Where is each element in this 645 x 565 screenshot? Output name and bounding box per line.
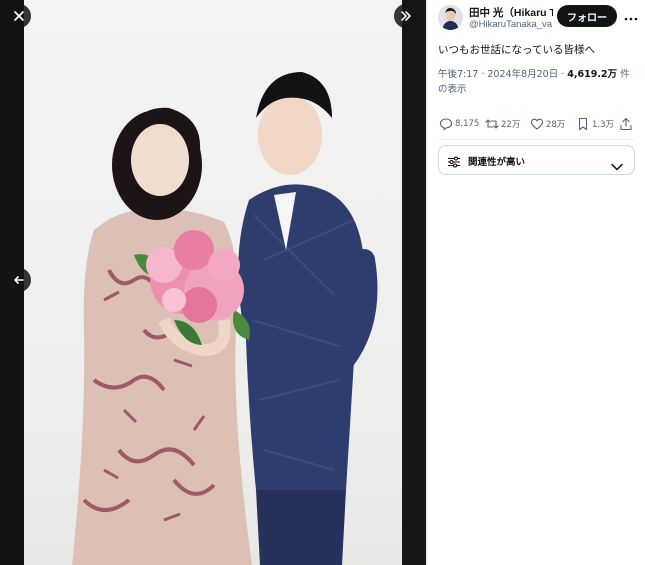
chevrons-right-icon (400, 10, 412, 22)
view-count: 4,619.2万 (567, 69, 618, 80)
like-count: 28万 (546, 120, 566, 130)
viewer-right-edge (402, 0, 426, 565)
share-button[interactable] (619, 116, 633, 132)
follow-button[interactable]: フォロー (557, 5, 617, 27)
tweet-sidebar: 田中 光（Hikaru Ta @HikaruTanaka_va フォロー いつも… (426, 0, 645, 565)
close-button[interactable] (7, 4, 31, 28)
media-viewer (0, 0, 426, 565)
bookmark-icon (576, 117, 590, 131)
repost-icon (485, 117, 499, 131)
divider (438, 139, 636, 140)
more-horizontal-icon (624, 6, 638, 25)
reply-sort-dropdown[interactable]: 関連性が高い (438, 145, 635, 175)
avatar[interactable] (438, 5, 463, 30)
repost-button[interactable]: 22万 (485, 116, 520, 132)
reply-count: 8,175 (455, 119, 480, 129)
reply-icon (439, 117, 453, 131)
bookmark-count: 1.3万 (592, 120, 615, 130)
like-button[interactable]: 28万 (530, 116, 565, 132)
tweet-actions: 8,175 22万 28万 1.3万 (439, 116, 639, 132)
user-handle[interactable]: @HikaruTanaka_va (469, 19, 553, 30)
filter-icon (447, 154, 461, 173)
heart-icon (530, 117, 544, 131)
reply-button[interactable]: 8,175 (439, 116, 479, 132)
share-icon (619, 117, 633, 131)
more-options-button[interactable] (622, 8, 640, 22)
sort-label: 関連性が高い (468, 157, 526, 168)
tweet-photo (24, 0, 402, 565)
arrow-left-icon (13, 274, 25, 286)
tweet-timestamp[interactable]: 午後7:17 · 2024年8月20日 · (438, 69, 567, 80)
repost-count: 22万 (501, 120, 521, 130)
tweet-text: いつもお世話になっている皆様へ (438, 44, 595, 56)
chevron-down-icon (611, 156, 623, 175)
previous-button[interactable] (7, 268, 31, 292)
close-icon (13, 10, 25, 22)
tweet-meta: 午後7:17 · 2024年8月20日 · 4,619.2万 件の表示 (438, 67, 638, 97)
bookmark-button[interactable]: 1.3万 (576, 116, 614, 132)
expand-button[interactable] (394, 4, 418, 28)
display-name[interactable]: 田中 光（Hikaru Ta (469, 5, 553, 20)
